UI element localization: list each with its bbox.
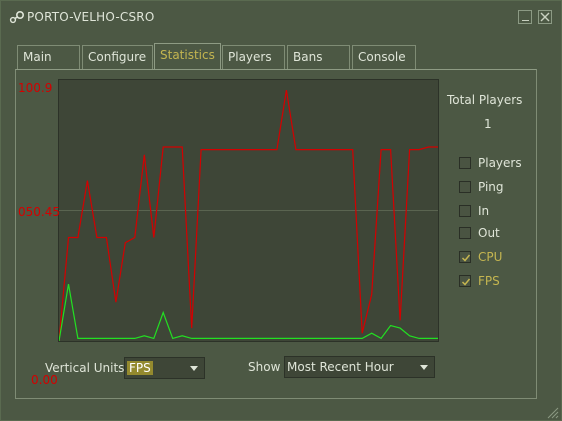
total-players-label: Total Players (447, 93, 523, 107)
tab-statistics[interactable]: Statistics (154, 43, 221, 69)
players-checkbox-label: Players (478, 156, 522, 170)
chart-plot-area (59, 90, 438, 341)
minimize-button[interactable] (518, 10, 532, 24)
series-line-fps (59, 283, 438, 341)
out-checkbox-label: Out (478, 226, 500, 240)
cpu-checkbox[interactable] (459, 251, 471, 263)
resize-grip-icon[interactable] (545, 405, 559, 419)
in-checkbox[interactable] (459, 205, 471, 217)
chevron-down-icon (420, 365, 428, 370)
statistics-chart (58, 79, 439, 342)
vertical-units-dropdown[interactable]: FPS (124, 357, 205, 379)
y-tick-label-max: 100.9 (18, 81, 53, 95)
out-checkbox[interactable] (459, 227, 471, 239)
server-window: PORTO-VELHO-CSRO Main Configure Statisti… (0, 0, 562, 421)
checkmark-icon (461, 254, 471, 262)
total-players-value: 1 (484, 117, 492, 131)
chevron-down-icon (190, 366, 198, 371)
tab-players[interactable]: Players (222, 45, 285, 69)
y-tick-label-min: 0.00 (31, 373, 58, 387)
cpu-checkbox-label: CPU (478, 250, 503, 264)
players-checkbox[interactable] (459, 157, 471, 169)
close-button[interactable] (538, 10, 552, 24)
tab-configure[interactable]: Configure (82, 45, 153, 69)
y-tick-label-mid: 050.45 (18, 205, 60, 219)
tab-console[interactable]: Console (352, 45, 416, 69)
window-title: PORTO-VELHO-CSRO (27, 10, 155, 24)
time-range-dropdown[interactable]: Most Recent Hour (284, 356, 435, 378)
tab-bans[interactable]: Bans (287, 45, 350, 69)
vertical-units-value: FPS (127, 361, 153, 375)
in-checkbox-label: In (478, 204, 490, 218)
title-bar[interactable]: PORTO-VELHO-CSRO (1, 1, 561, 33)
ping-checkbox[interactable] (459, 181, 471, 193)
time-range-value: Most Recent Hour (287, 360, 394, 374)
fps-checkbox-label: FPS (478, 274, 500, 288)
series-line-cpu (59, 90, 438, 341)
tab-main[interactable]: Main (17, 45, 80, 69)
checkmark-icon (461, 278, 471, 286)
ping-checkbox-label: Ping (478, 180, 504, 194)
show-label: Show (248, 360, 281, 374)
steam-logo-icon (9, 10, 25, 24)
fps-checkbox[interactable] (459, 275, 471, 287)
vertical-units-label: Vertical Units (45, 361, 125, 375)
close-icon (540, 12, 550, 22)
